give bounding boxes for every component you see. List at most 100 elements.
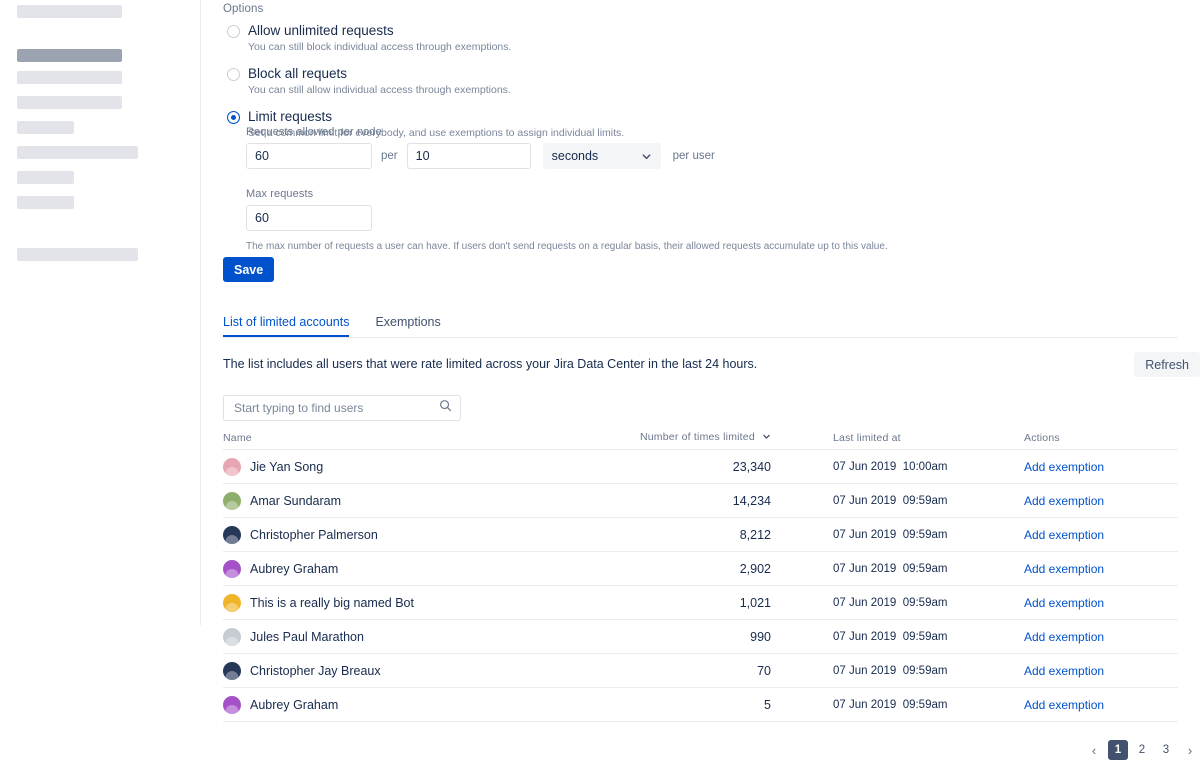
cell-actions: Add exemption	[1009, 458, 1176, 476]
cell-last-limited-at: 07 Jun 2019 09:59am	[833, 494, 948, 507]
cell-times-limited: 2,902	[739, 561, 771, 576]
cell-times-limited: 8,212	[739, 527, 771, 542]
sidebar-skeleton-item-5[interactable]	[17, 121, 74, 134]
avatar	[223, 627, 241, 646]
requests-allowed-input[interactable]	[246, 143, 372, 169]
time-unit-select[interactable]: seconds	[542, 143, 661, 169]
main-content: Options Allow unlimited requests You can …	[201, 0, 1200, 780]
user-name: Aubrey Graham	[250, 561, 339, 576]
cell-last-limited-at: 07 Jun 2019 10:00am	[833, 460, 948, 473]
cell-name: Jie Yan Song	[223, 457, 623, 476]
add-exemption-link[interactable]: Add exemption	[1024, 664, 1104, 678]
max-requests-helper: The max number of requests a user can ha…	[246, 241, 888, 252]
max-requests-input[interactable]	[246, 205, 372, 231]
table-row: Aubrey Graham 2,902 07 Jun 2019 09:59am Add…	[223, 552, 1178, 586]
add-exemption-link[interactable]: Add exemption	[1024, 494, 1104, 508]
tab-exemptions[interactable]: Exemptions	[375, 315, 440, 336]
add-exemption-link[interactable]: Add exemption	[1024, 596, 1104, 610]
cell-last-limited-at: 07 Jun 2019 09:59am	[833, 596, 948, 609]
limited-accounts-table: Name Number of times limited Last limite…	[223, 428, 1178, 722]
cell-last-limited-at: 07 Jun 2019 09:59am	[833, 562, 948, 575]
max-requests-label: Max requests	[246, 188, 314, 200]
list-description: The list includes all users that were ra…	[223, 357, 758, 371]
per-label: per	[381, 150, 398, 162]
add-exemption-link[interactable]: Add exemption	[1024, 630, 1104, 644]
pagination-prev-icon[interactable]: ‹	[1084, 740, 1104, 760]
pagination-next-icon[interactable]: ›	[1180, 740, 1200, 760]
requests-row: per seconds per user	[246, 143, 888, 169]
cell-times-limited: 990	[750, 629, 771, 644]
column-header-name: Name	[223, 431, 252, 444]
radio-icon[interactable]	[227, 68, 240, 81]
max-requests-block: Max requests The max number of requests …	[246, 188, 888, 254]
refresh-button[interactable]: Refresh	[1134, 352, 1200, 377]
user-name: This is a really big named Bot	[250, 595, 414, 610]
cell-name: Christopher Palmerson	[223, 525, 623, 544]
table-row: This is a really big named Bot 1,021 07 Ju…	[223, 586, 1178, 620]
sidebar-skeleton-item-4[interactable]	[17, 96, 122, 109]
user-name: Christopher Jay Breaux	[250, 663, 381, 678]
pagination-page-2[interactable]: 2	[1132, 740, 1152, 760]
pagination: ‹ 1 2 3 ›	[1084, 740, 1200, 760]
interval-input[interactable]	[406, 143, 531, 169]
option-description: You can still allow individual access th…	[248, 84, 511, 96]
option-radio-row-2[interactable]: Block all requets You can still allow ind…	[223, 65, 923, 98]
sort-chevron-down-icon	[762, 432, 771, 444]
add-exemption-link[interactable]: Add exemption	[1024, 562, 1104, 576]
cell-name: Aubrey Graham	[223, 695, 623, 714]
table-row: Christopher Jay Breaux 70 07 Jun 2019 09:5…	[223, 654, 1178, 688]
cell-times-limited: 1,021	[739, 595, 771, 610]
avatar	[223, 661, 241, 680]
avatar	[223, 593, 241, 612]
search-icon	[439, 399, 452, 417]
option-title: Block all requets	[248, 66, 348, 81]
cell-actions: Add exemption	[1009, 560, 1176, 578]
time-unit-value: seconds	[551, 149, 599, 163]
user-name: Christopher Palmerson	[250, 527, 378, 542]
table-row: Aubrey Graham 5 07 Jun 2019 09:59am Add exe…	[223, 688, 1178, 722]
table-header-row: Name Number of times limited Last limite…	[223, 428, 1178, 450]
sidebar-skeleton-item-1[interactable]	[17, 5, 122, 18]
sidebar-skeleton-item-2[interactable]	[17, 49, 122, 62]
sidebar-skeleton-item-7[interactable]	[17, 171, 74, 184]
cell-times-limited: 23,340	[732, 459, 771, 474]
cell-last-limited-at: 07 Jun 2019 09:59am	[833, 664, 948, 677]
sidebar-skeleton-item-9[interactable]	[17, 248, 138, 261]
radio-icon[interactable]	[227, 25, 240, 38]
option-radio-row-1[interactable]: Allow unlimited requests You can still bl…	[223, 22, 923, 55]
user-name: Aubrey Graham	[250, 697, 339, 712]
add-exemption-link[interactable]: Add exemption	[1024, 698, 1104, 712]
column-header-count[interactable]: Number of times limited	[623, 431, 771, 444]
option-title: Limit requests	[248, 109, 333, 124]
add-exemption-link[interactable]: Add exemption	[1024, 460, 1104, 474]
tab-bar: List of limited accounts Exemptions	[223, 313, 1178, 338]
cell-actions: Add exemption	[1009, 696, 1176, 714]
table-row: Jules Paul Marathon 990 07 Jun 2019 09:59a…	[223, 620, 1178, 654]
add-exemption-link[interactable]: Add exemption	[1024, 528, 1104, 542]
sidebar-skeleton-item-6[interactable]	[17, 146, 138, 159]
search-users-field[interactable]	[223, 395, 461, 421]
cell-name: Amar Sundaram	[223, 491, 623, 510]
search-input[interactable]	[232, 400, 439, 416]
save-button[interactable]: Save	[223, 257, 275, 282]
cell-last-limited-at: 07 Jun 2019 09:59am	[833, 630, 948, 643]
sidebar-skeleton-item-8[interactable]	[17, 196, 74, 209]
requests-allowed-label: Requests allowed per node	[246, 126, 382, 138]
cell-times-limited: 14,234	[732, 493, 771, 508]
avatar	[223, 559, 241, 578]
user-name: Amar Sundaram	[250, 493, 342, 508]
cell-actions: Add exemption	[1009, 662, 1176, 680]
option-title: Allow unlimited requests	[248, 23, 394, 38]
radio-icon[interactable]	[227, 111, 240, 124]
pagination-page-3[interactable]: 3	[1156, 740, 1176, 760]
tab-list-of-limited-accounts[interactable]: List of limited accounts	[223, 315, 350, 337]
cell-name: Jules Paul Marathon	[223, 627, 623, 646]
sidebar-skeleton-item-3[interactable]	[17, 71, 122, 84]
cell-name: This is a really big named Bot	[223, 593, 623, 612]
cell-last-limited-at: 07 Jun 2019 09:59am	[833, 528, 948, 541]
pagination-page-1[interactable]: 1	[1108, 740, 1128, 760]
cell-actions: Add exemption	[1009, 594, 1176, 612]
cell-actions: Add exemption	[1009, 492, 1176, 510]
avatar	[223, 525, 241, 544]
rate-limiting-settings-page: Options Allow unlimited requests You can …	[0, 0, 1200, 780]
